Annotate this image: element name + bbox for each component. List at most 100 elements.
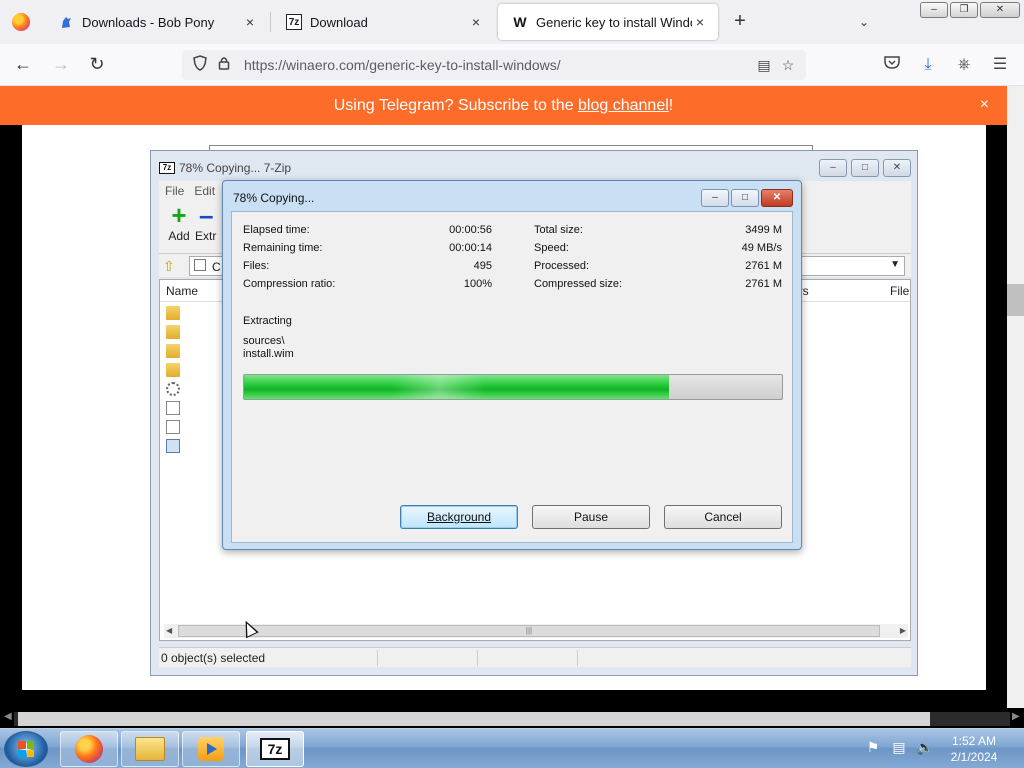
action-center-flag-icon[interactable]: ⚑ (864, 739, 882, 756)
7zip-icon: 7z (260, 738, 290, 760)
tab-generic-key[interactable]: W Generic key to install Windows × (498, 4, 718, 40)
application-icon[interactable] (166, 439, 180, 453)
start-button[interactable] (4, 731, 48, 767)
elapsed-time-value: 00:00:56 (449, 224, 492, 236)
downloads-icon[interactable]: ⤓ (916, 54, 940, 76)
document-icon[interactable] (166, 401, 180, 415)
folder-up-icon[interactable]: ⇧ (163, 257, 181, 275)
status-bar: 0 object(s) selected (159, 647, 911, 667)
pause-label: Pause (573, 510, 609, 524)
banner-close-icon[interactable]: × (980, 96, 989, 114)
banner-link[interactable]: blog channel (578, 97, 669, 115)
folder-icon[interactable] (166, 325, 180, 339)
files-label: Files: (243, 260, 270, 272)
firefox-menu-button[interactable] (0, 0, 42, 44)
taskbar-firefox[interactable] (60, 731, 118, 767)
page-scrollbar-thumb[interactable] (1007, 284, 1024, 316)
reader-view-icon[interactable]: ▤ (752, 55, 776, 75)
taskbar-explorer[interactable] (121, 731, 179, 767)
folder-icon[interactable] (166, 306, 180, 320)
close-icon[interactable]: ✕ (761, 189, 793, 207)
column-files[interactable]: File (890, 284, 909, 298)
add-button[interactable]: + Add (159, 202, 199, 243)
maximize-icon[interactable]: □ (851, 159, 879, 177)
banner-text-end: ! (668, 96, 674, 114)
cancel-button[interactable]: Cancel (664, 505, 782, 529)
speed-label: Speed: (534, 242, 569, 254)
new-tab-button[interactable]: + (728, 10, 752, 34)
banner-text: Using Telegram? Subscribe to the (333, 96, 579, 114)
processed-label: Processed: (534, 260, 590, 272)
close-tab-icon[interactable]: × (468, 14, 484, 30)
close-icon[interactable]: ✕ (980, 2, 1020, 18)
list-all-tabs-chevron-icon[interactable]: ⌄ (852, 10, 876, 34)
tracking-shield-icon[interactable] (190, 55, 210, 75)
scroll-right-arrow-icon[interactable]: ▶ (900, 624, 906, 638)
files-value: 495 (473, 260, 492, 272)
operation-label: Extracting (243, 315, 292, 327)
folder-icon[interactable] (166, 344, 180, 358)
bob-pony-icon (58, 14, 74, 30)
column-name[interactable]: Name (166, 284, 198, 298)
status-divider (477, 650, 478, 666)
dialog-caption-buttons: – □ ✕ (701, 189, 793, 207)
window-title: 7z 78% Copying... 7-Zip (159, 161, 291, 175)
window-title-text: 78% Copying... 7-Zip (179, 161, 292, 175)
maximize-icon[interactable]: □ (731, 189, 759, 207)
status-divider (577, 650, 578, 666)
extract-button[interactable]: – Extr (195, 202, 219, 243)
forward-arrow-icon[interactable]: → (48, 53, 74, 77)
pocket-icon[interactable] (880, 54, 904, 76)
clock-date: 2/1/2024 (950, 750, 998, 764)
scroll-left-arrow-icon[interactable]: ◀ (4, 711, 12, 722)
folder-icon[interactable] (166, 363, 180, 377)
horizontal-scroll-thumb[interactable] (18, 712, 930, 726)
scroll-right-arrow-icon[interactable]: ▶ (1012, 711, 1020, 722)
close-tab-icon[interactable]: × (692, 14, 708, 30)
browser-tab-bar: Downloads - Bob Pony × 7z Download × W G… (0, 0, 1024, 44)
bookmark-star-icon[interactable]: ☆ (776, 55, 800, 75)
hamburger-menu-icon[interactable]: ☰ (988, 54, 1012, 76)
close-icon[interactable]: ✕ (883, 159, 911, 177)
lock-icon[interactable] (214, 55, 234, 75)
scrollbar-thumb[interactable]: ||| (178, 625, 880, 637)
winaero-icon: W (513, 14, 527, 30)
menu-file[interactable]: File (165, 181, 184, 201)
progress-bar (243, 374, 783, 400)
list-horizontal-scrollbar[interactable]: ◀ ||| ▶ (164, 624, 908, 638)
tab-download[interactable]: 7z Download × (272, 0, 494, 44)
url-text: https://winaero.com/generic-key-to-insta… (244, 57, 561, 73)
pause-button[interactable]: Pause (532, 505, 650, 529)
document-icon[interactable] (166, 420, 180, 434)
tab-separator (270, 12, 271, 32)
taskbar-media-player[interactable] (182, 731, 240, 767)
minimize-icon[interactable]: – (920, 2, 948, 18)
dropdown-arrow-icon[interactable]: ▼ (890, 259, 900, 270)
taskbar-7zip[interactable]: 7z (246, 731, 304, 767)
network-icon[interactable]: ▤ (890, 739, 908, 756)
window-caption-buttons: – ❐ ✕ (920, 2, 1020, 18)
volume-muted-icon[interactable]: 🔈 (916, 739, 934, 756)
reload-icon[interactable]: ↻ (84, 53, 110, 77)
explorer-folder-icon (135, 737, 165, 761)
copy-progress-dialog: 78% Copying... – □ ✕ Elapsed time: 00:00… (222, 180, 802, 550)
restore-icon[interactable]: ❐ (950, 2, 978, 18)
url-bar[interactable]: https://winaero.com/generic-key-to-insta… (182, 50, 806, 80)
file-icon-column (166, 306, 180, 458)
back-arrow-icon[interactable]: ← (10, 53, 36, 77)
progress-bar-fill (244, 375, 670, 399)
background-button[interactable]: Background (400, 505, 518, 529)
tab-downloads-bob-pony[interactable]: Downloads - Bob Pony × (44, 0, 268, 44)
extensions-icon[interactable]: ⎈ (952, 54, 976, 76)
total-size-value: 3499 M (745, 224, 782, 236)
clock[interactable]: 1:52 AM 2/1/2024 (944, 733, 1004, 765)
close-tab-icon[interactable]: × (242, 14, 258, 30)
minimize-icon[interactable]: – (819, 159, 847, 177)
scroll-left-arrow-icon[interactable]: ◀ (166, 624, 172, 638)
menu-edit[interactable]: Edit (194, 181, 215, 201)
page-vertical-scrollbar[interactable] (1007, 86, 1024, 716)
background-label: Background (426, 510, 492, 524)
minimize-icon[interactable]: – (701, 189, 729, 207)
firefox-icon (75, 735, 103, 763)
settings-file-icon[interactable] (166, 382, 180, 396)
